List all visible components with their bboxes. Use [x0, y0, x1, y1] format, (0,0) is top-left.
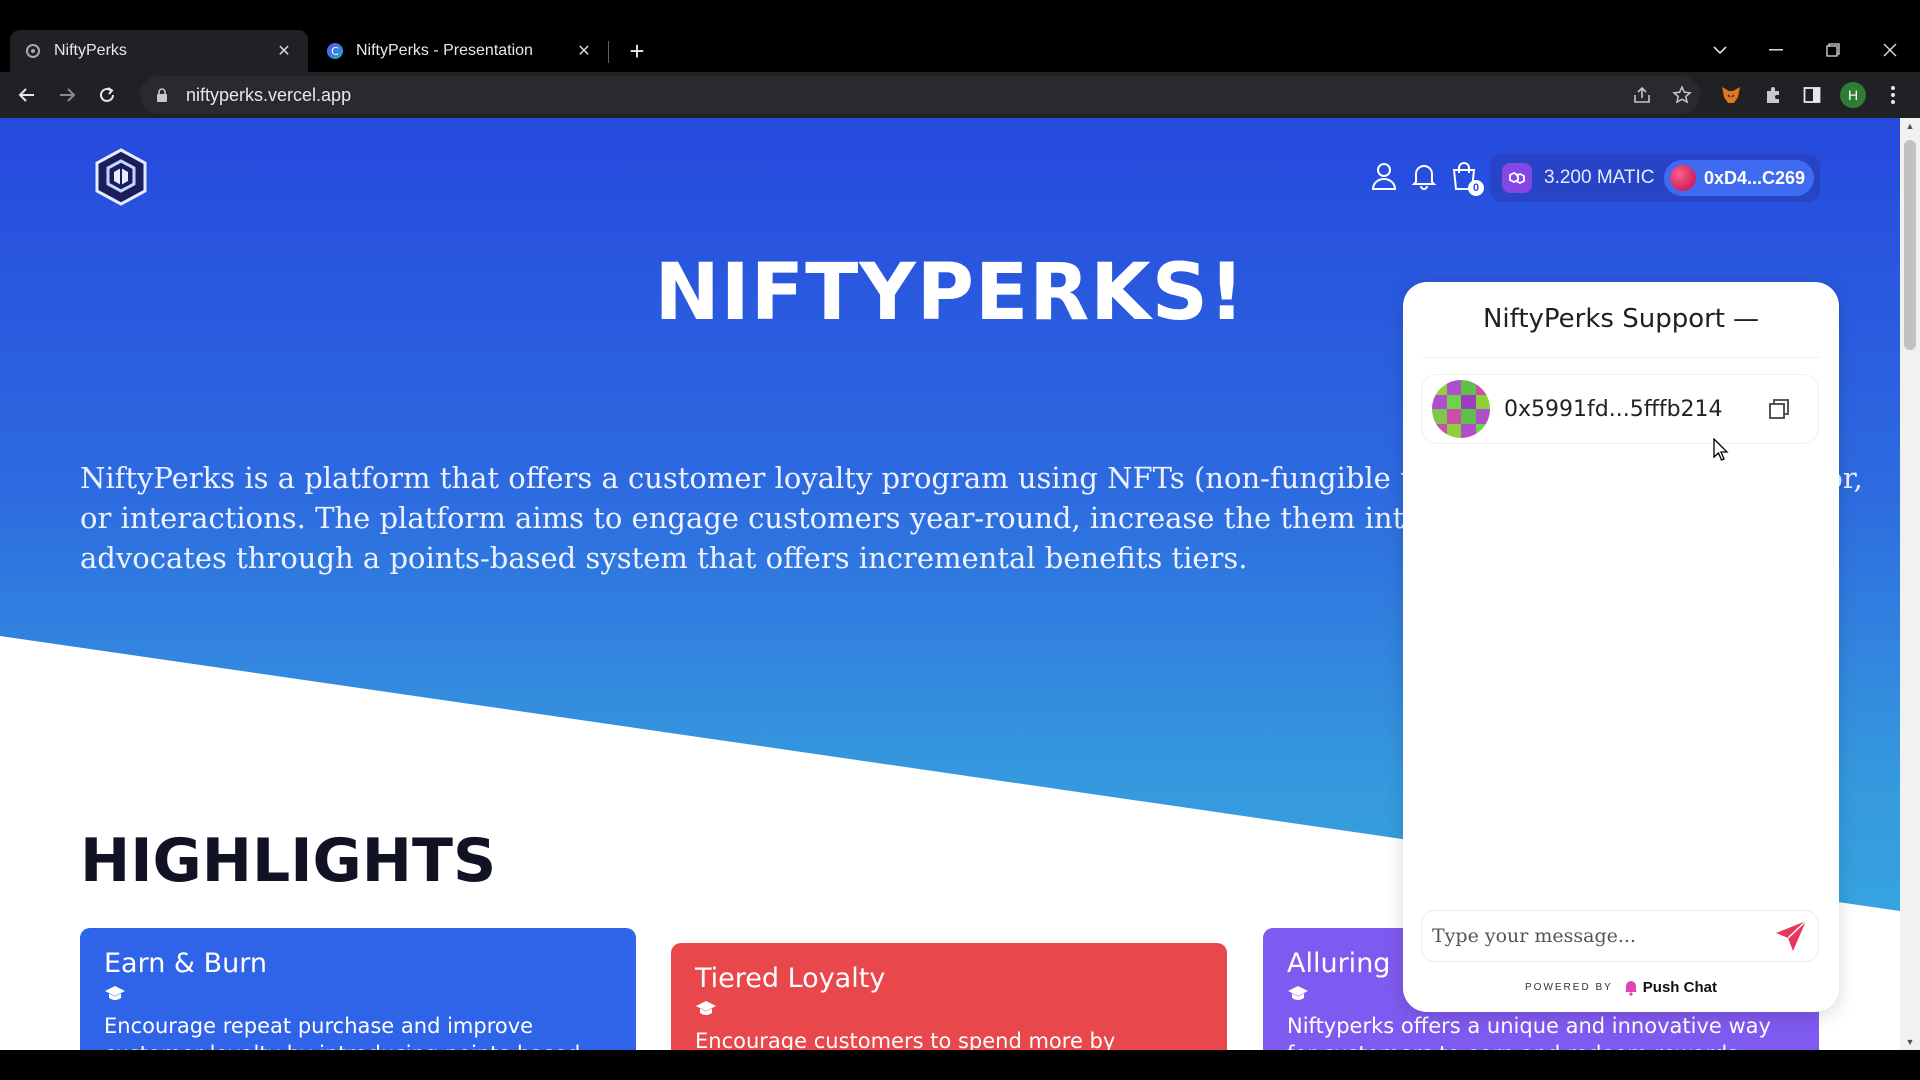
push-chat-text: Push Chat — [1642, 978, 1717, 996]
chat-message-input[interactable] — [1432, 925, 1770, 947]
browser-toolbar: niftyperks.vercel.app H — [0, 72, 1920, 118]
chat-header: NiftyPerks Support — — [1403, 304, 1839, 334]
support-chat-widget: NiftyPerks Support — 0x5991fd...5fffb214 … — [1403, 282, 1839, 1012]
tab-close-icon[interactable]: ✕ — [274, 41, 294, 61]
tab-niftyperks[interactable]: NiftyPerks ✕ — [10, 30, 308, 72]
mouse-cursor-icon — [1713, 438, 1729, 461]
graduation-cap-icon — [105, 986, 125, 1000]
chat-message-box — [1421, 910, 1819, 962]
card-text: Niftyperks offers a unique and innovativ… — [1287, 1014, 1771, 1050]
account-address: 0xD4...C269 — [1704, 167, 1806, 188]
powered-by-footer: POWERED BY Push Chat — [1403, 978, 1839, 996]
user-profile-icon[interactable] — [1368, 160, 1400, 192]
chrome-menu-icon[interactable] — [1878, 80, 1908, 110]
scrollbar-thumb[interactable] — [1904, 140, 1916, 350]
polygon-icon — [1502, 163, 1532, 193]
peer-address: 0x5991fd...5fffb214 — [1504, 396, 1723, 422]
side-panel-icon[interactable] — [1797, 80, 1827, 110]
scroll-up-arrow-icon[interactable]: ▲ — [1900, 118, 1920, 134]
forward-arrow-icon[interactable] — [52, 80, 82, 110]
reload-icon[interactable] — [92, 80, 122, 110]
scroll-down-arrow-icon[interactable]: ▼ — [1900, 1034, 1920, 1050]
cart-count-badge: 0 — [1468, 180, 1484, 196]
tab-close-icon[interactable]: ✕ — [574, 41, 594, 61]
page-scrollbar[interactable]: ▲ ▼ — [1900, 118, 1920, 1050]
bookmark-star-icon[interactable] — [1667, 80, 1697, 110]
restore-window-icon[interactable] — [1813, 30, 1853, 70]
highlights-heading: HIGHLIGHTS — [80, 826, 497, 896]
powered-by-label: POWERED BY — [1525, 981, 1613, 993]
balance-text: 3.200 MATIC — [1544, 167, 1655, 188]
browser-tab-bar: NiftyPerks ✕ C NiftyPerks - Presentation… — [0, 0, 1920, 72]
canva-favicon-icon: C — [326, 42, 344, 60]
peer-avatar — [1432, 380, 1490, 438]
minimize-window-icon[interactable] — [1756, 30, 1796, 70]
graduation-cap-icon — [696, 1001, 716, 1015]
close-window-icon[interactable] — [1870, 30, 1910, 70]
account-address-button[interactable]: 0xD4...C269 — [1664, 160, 1814, 196]
address-bar[interactable]: niftyperks.vercel.app — [140, 76, 1700, 114]
highlight-card-earn-burn[interactable]: Earn & Burn Encourage repeat purchase an… — [80, 928, 636, 1050]
notification-bell-icon[interactable] — [1408, 160, 1440, 192]
tab-separator — [608, 41, 609, 63]
metamask-fox-icon[interactable] — [1716, 80, 1746, 110]
send-message-icon[interactable] — [1770, 915, 1812, 957]
card-text: Encourage customers to spend more by ent… — [695, 1029, 1116, 1050]
chat-peer-card: 0x5991fd...5fffb214 — [1421, 374, 1819, 444]
chat-title: NiftyPerks Support — [1482, 304, 1726, 334]
shopping-bag-icon[interactable]: 0 — [1448, 160, 1484, 196]
profile-initial: H — [1840, 82, 1866, 108]
chat-minimize-button[interactable]: — — [1733, 304, 1759, 334]
card-title: Earn & Burn — [104, 948, 267, 979]
push-bell-icon — [1624, 981, 1637, 996]
tab-niftyperks-presentation[interactable]: C NiftyPerks - Presentation ✕ — [312, 30, 608, 72]
back-arrow-icon[interactable] — [12, 80, 42, 110]
url-text: niftyperks.vercel.app — [186, 84, 352, 105]
tab-title: NiftyPerks — [54, 42, 127, 59]
card-title: Tiered Loyalty — [695, 963, 886, 994]
account-avatar — [1670, 165, 1696, 191]
wallet-connect-widget[interactable]: 3.200 MATIC 0xD4...C269 — [1490, 154, 1820, 202]
chat-divider — [1423, 357, 1819, 358]
tab-search-chevron-icon[interactable] — [1700, 30, 1740, 70]
profile-avatar[interactable]: H — [1838, 80, 1868, 110]
bottom-frame — [0, 1050, 1920, 1080]
matic-balance: 3.200 MATIC — [1502, 162, 1655, 194]
share-icon[interactable] — [1627, 80, 1657, 110]
extensions-puzzle-icon[interactable] — [1758, 80, 1788, 110]
tab-title: NiftyPerks - Presentation — [356, 42, 533, 59]
copy-address-icon[interactable] — [1764, 394, 1794, 424]
card-text: Encourage repeat purchase and improve cu… — [104, 1014, 580, 1050]
highlight-card-tiered-loyalty[interactable]: Tiered Loyalty Encourage customers to sp… — [671, 943, 1227, 1050]
svg-text:C: C — [331, 45, 339, 58]
niftyperks-favicon-icon — [24, 42, 42, 60]
graduation-cap-icon — [1288, 986, 1308, 1000]
new-tab-plus-icon[interactable]: + — [622, 36, 652, 66]
page-viewport: 0 3.200 MATIC 0xD4...C269 NIFTYPERKS! Ni… — [0, 118, 1900, 1050]
push-chat-brand[interactable]: Push Chat — [1623, 978, 1717, 996]
lock-icon — [157, 88, 167, 102]
niftyperks-logo-icon[interactable] — [90, 146, 152, 208]
